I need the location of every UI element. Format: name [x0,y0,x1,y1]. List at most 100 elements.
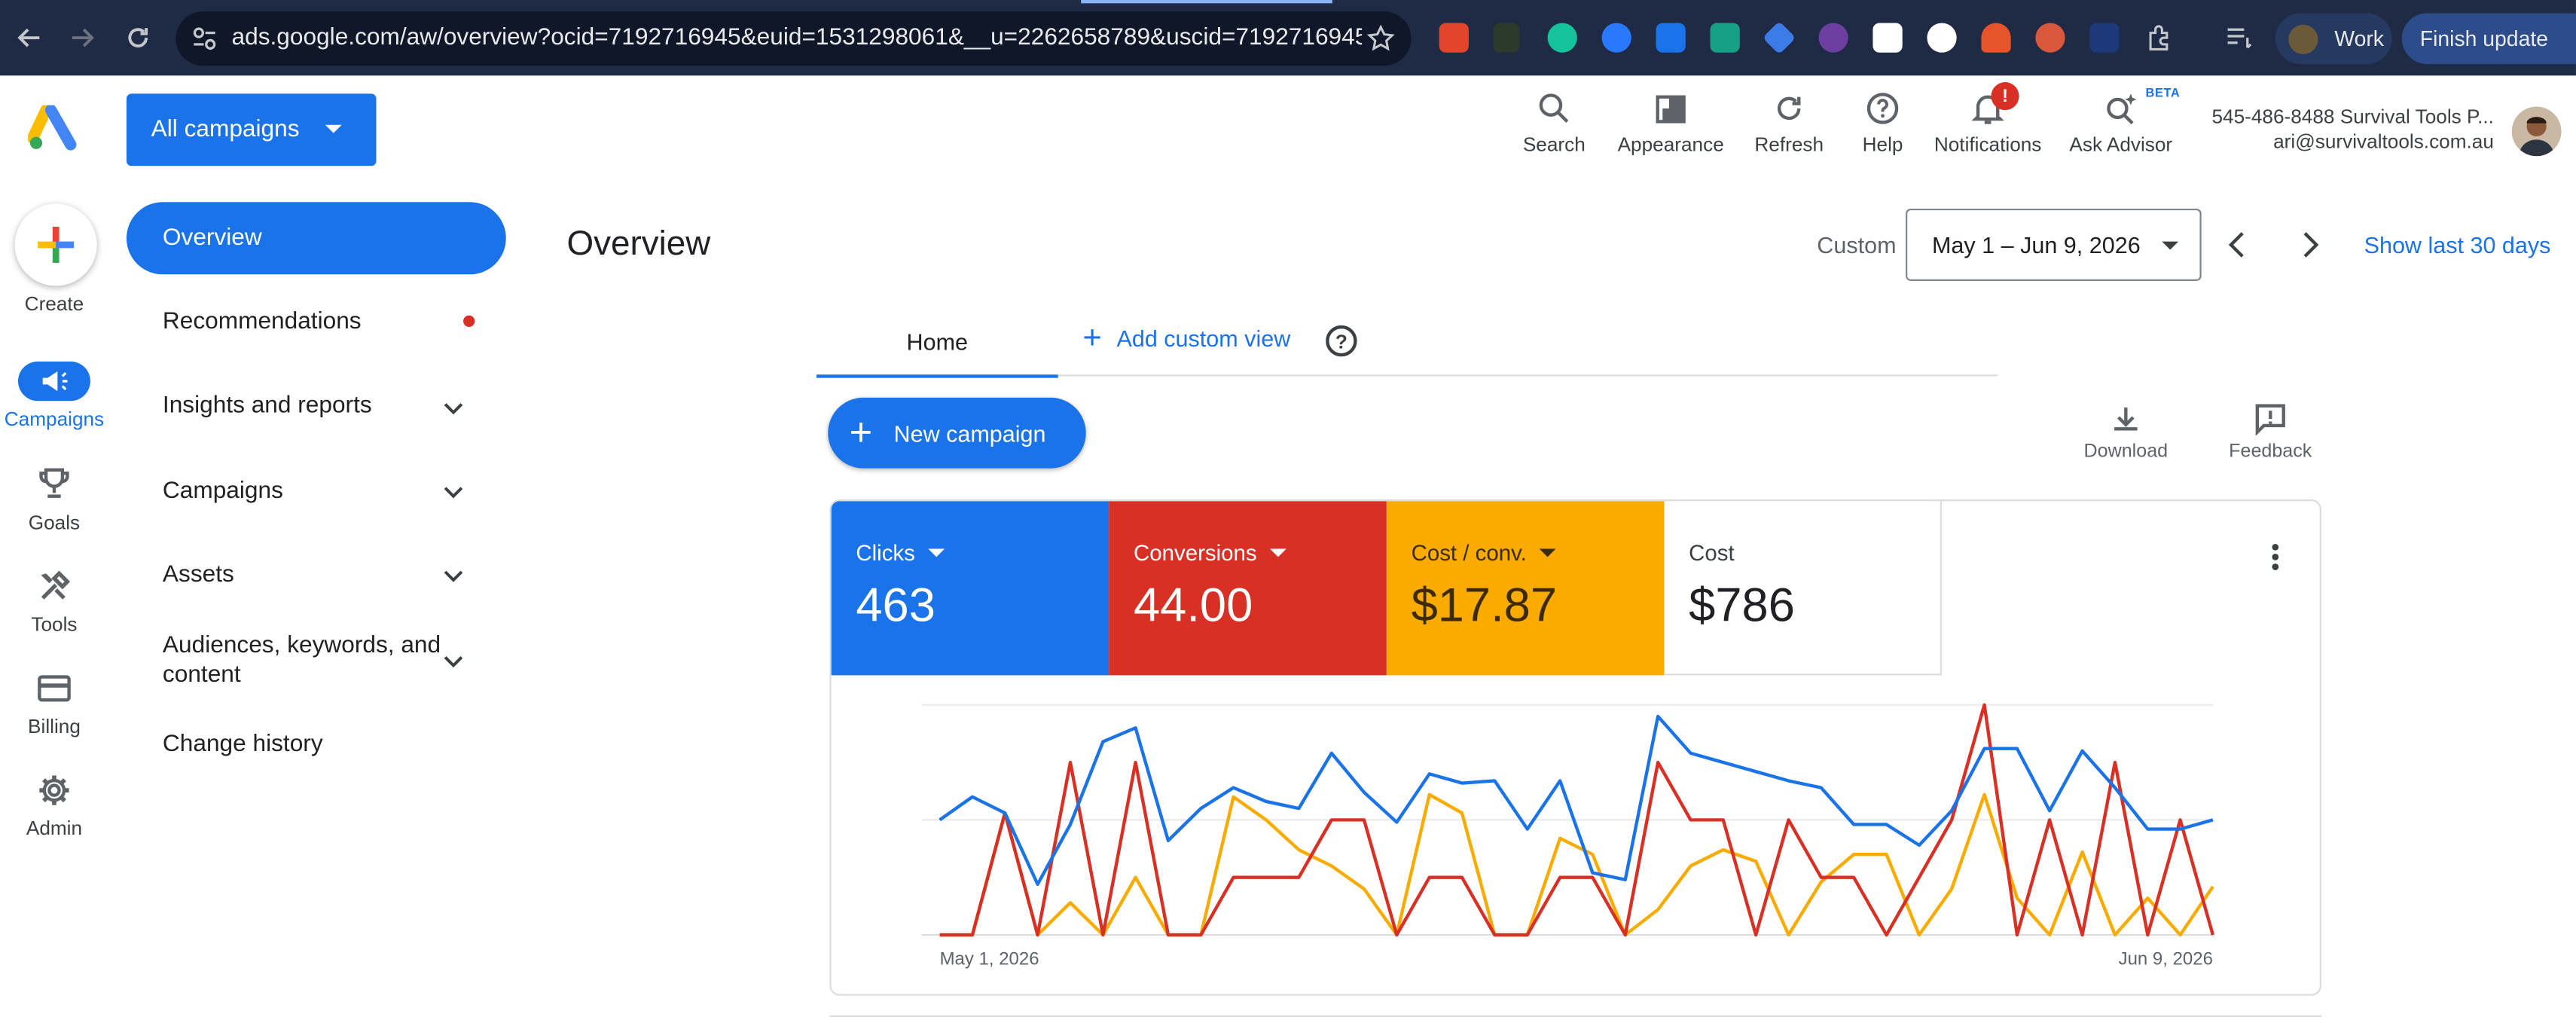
nav-campaigns[interactable]: Campaigns [163,478,283,505]
chevron-down-icon[interactable] [442,396,465,420]
metric-tile-clicks[interactable]: Clicks 463 [831,501,1109,676]
help-button[interactable]: Help [1860,90,1906,156]
search-button[interactable]: Search [1522,90,1586,157]
feedback-label: Feedback [2229,441,2312,462]
extension-icon[interactable] [1927,23,1957,53]
account-id-name: 545-486-8488 Survival Tools P... [2211,105,2494,129]
nav-assets[interactable]: Assets [163,562,234,588]
tab-home[interactable]: Home [816,309,1058,378]
trophy-icon[interactable] [36,465,72,501]
rail-campaigns-button[interactable] [17,361,90,402]
google-ads-logo[interactable] [28,105,81,151]
extension-icon[interactable] [1439,23,1469,53]
tools-icon[interactable] [36,569,72,605]
metric-value: 44.00 [1133,579,1253,633]
tag-icon[interactable] [1762,20,1796,55]
tools-label[interactable]: Tools [0,613,108,637]
notification-badge: ! [1991,82,2019,111]
create-label: Create [24,292,84,316]
feedback-icon [2255,404,2285,435]
search-label: Search [1522,133,1586,157]
create-button[interactable] [14,203,97,286]
performance-card: Clicks 463 Conversions 44.00 Cost / conv… [829,499,2321,996]
download-button[interactable]: Download [2080,402,2172,462]
profile-chip[interactable]: Work [2275,13,2392,65]
plus-icon: + [1082,320,1102,357]
chevron-down-icon[interactable] [442,480,465,503]
plus-icon: + [849,410,873,455]
user-avatar[interactable] [2511,106,2562,157]
extension-icon[interactable] [1656,23,1686,53]
x-axis-end-label: Jun 9, 2026 [2119,948,2213,969]
more-options-icon[interactable] [2270,542,2280,572]
extension-icon[interactable] [2089,23,2120,53]
nav-audiences-keywords-content[interactable]: Audiences, keywords, and content [163,631,442,691]
extension-icon[interactable] [2035,23,2065,53]
new-campaign-button[interactable]: + New campaign [828,397,1086,469]
bookmark-star-icon[interactable] [1366,24,1395,53]
add-custom-view-label: Add custom view [1116,325,1291,352]
reload-icon[interactable] [120,20,156,56]
notifications-label: Notifications [1934,133,2042,157]
chart-series-line [939,714,2214,887]
extension-icon[interactable] [1981,23,2011,53]
finish-update-button[interactable]: Finish update [2401,13,2576,65]
site-settings-icon[interactable] [191,25,218,53]
nav-change-history[interactable]: Change history [163,731,323,758]
chevron-down-icon[interactable] [1270,548,1286,557]
profile-name: Work [2334,26,2385,51]
account-info[interactable]: 545-486-8488 Survival Tools P... ari@sur… [2198,105,2494,154]
add-custom-view-button[interactable]: + Add custom view [1082,320,1291,357]
reading-list-icon[interactable] [2224,23,2254,53]
chevron-down-icon[interactable] [1540,548,1557,557]
appearance-button[interactable]: Appearance [1617,90,1724,157]
date-range-picker[interactable]: May 1 – Jun 9, 2026 [1906,208,2202,281]
credit-card-icon[interactable] [36,670,72,707]
extension-icon[interactable] [1601,23,1631,53]
goals-label[interactable]: Goals [0,511,108,534]
appearance-label: Appearance [1617,133,1724,157]
beta-badge: BETA [2145,85,2181,101]
back-icon[interactable] [11,20,47,56]
address-bar[interactable]: ads.google.com/aw/overview?ocid=71927169… [175,11,1412,66]
download-label: Download [2083,441,2169,462]
puzzle-extensions-icon[interactable] [2146,23,2175,53]
show-last-30-days-link[interactable]: Show last 30 days [2364,232,2551,258]
metric-tile-cost-per-conversion[interactable]: Cost / conv. $17.87 [1386,501,1665,676]
next-period-icon[interactable] [2295,228,2324,261]
all-campaigns-dropdown[interactable]: All campaigns [126,93,377,166]
extension-icon[interactable] [1710,23,1740,53]
profile-avatar [2288,23,2318,53]
metric-label: Cost / conv. [1411,540,1527,566]
metric-label: Clicks [856,540,915,566]
qr-code-icon[interactable] [1872,23,1903,53]
nav-overview[interactable]: Overview [126,202,506,275]
metric-tile-cost[interactable]: Cost $786 [1664,501,1943,676]
nav-recommendations[interactable]: Recommendations [163,309,362,335]
megaphone-icon [42,371,68,392]
refresh-button[interactable]: Refresh [1754,90,1824,156]
next-card-edge [829,1015,2321,1023]
forward-icon[interactable] [64,20,100,56]
metric-tile-conversions[interactable]: Conversions 44.00 [1109,501,1387,676]
notifications-button[interactable]: Notifications [1932,90,2043,156]
recommendations-alert-dot [463,315,475,328]
chevron-down-icon[interactable] [442,649,465,673]
eye-extension-icon[interactable] [1818,23,1848,53]
nav-insights-and-reports[interactable]: Insights and reports [163,392,372,419]
ask-advisor-label: Ask Advisor [2069,133,2173,157]
campaigns-label[interactable]: Campaigns [0,408,108,431]
chevron-down-icon[interactable] [928,548,945,557]
chevron-down-icon[interactable] [442,563,465,587]
feedback-button[interactable]: Feedback [2224,402,2316,462]
gear-icon[interactable] [36,772,72,808]
extension-icon[interactable] [1493,23,1520,53]
grammarly-icon[interactable] [1547,23,1577,53]
help-icon[interactable]: ? [1326,325,1357,357]
chevron-down-icon [325,124,342,133]
refresh-icon [1777,96,1801,121]
billing-label[interactable]: Billing [0,715,108,738]
url-text: ads.google.com/aw/overview?ocid=71927169… [231,24,1363,51]
admin-label[interactable]: Admin [0,817,108,840]
previous-period-icon[interactable] [2223,228,2252,261]
